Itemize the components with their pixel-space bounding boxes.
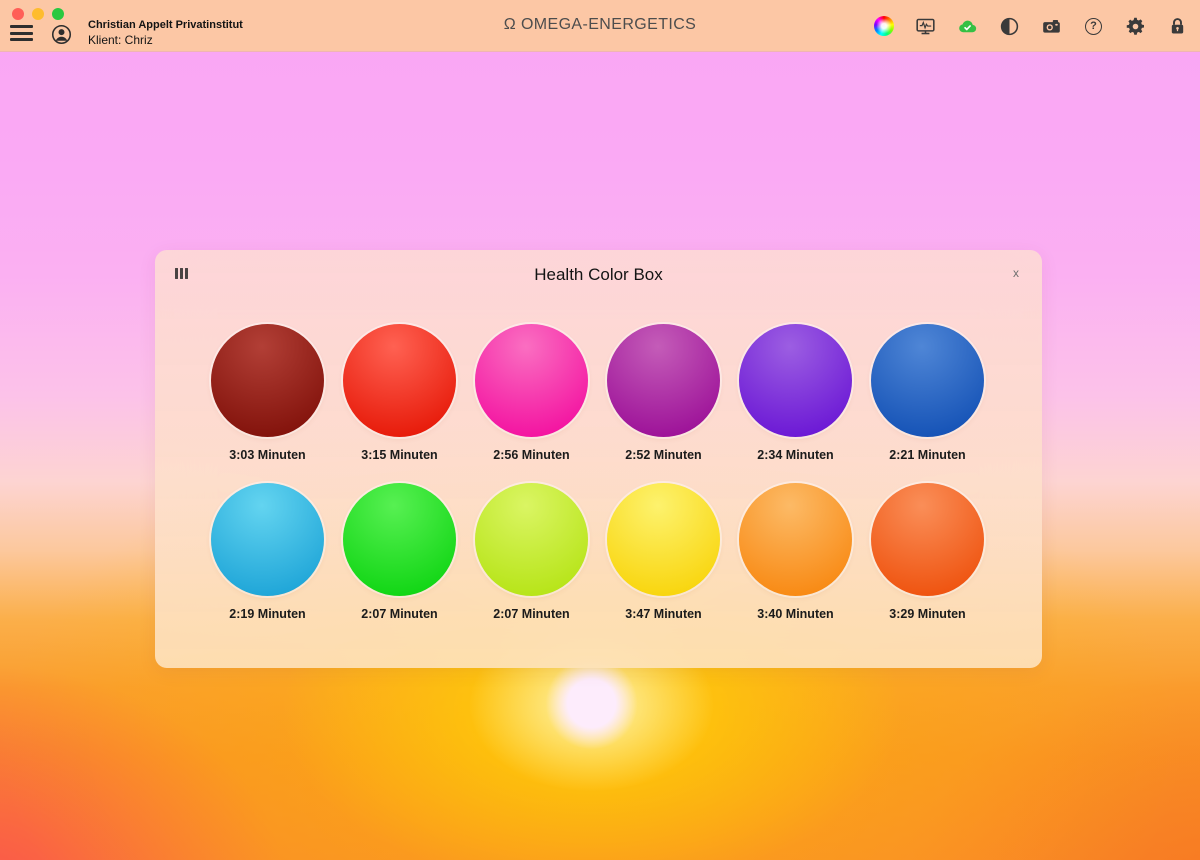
client-name: Klient: Chriz (88, 33, 243, 48)
color-ball-blue[interactable] (871, 324, 984, 437)
cloud-check-icon[interactable] (957, 16, 978, 37)
camera-icon[interactable] (1041, 16, 1062, 37)
duration-label: 3:40 Minuten (757, 607, 833, 621)
color-ball-red[interactable] (343, 324, 456, 437)
duration-label: 3:15 Minuten (361, 448, 437, 462)
color-item-orange: 3:40 Minuten (739, 483, 852, 621)
duration-label: 2:19 Minuten (229, 607, 305, 621)
panel-title: Health Color Box (155, 265, 1042, 285)
color-ball-green[interactable] (343, 483, 456, 596)
duration-label: 3:29 Minuten (889, 607, 965, 621)
panel-close-button[interactable]: x (1009, 264, 1023, 282)
panel-header: Health Color Box x (155, 250, 1042, 298)
color-item-yellow: 3:47 Minuten (607, 483, 720, 621)
color-ball-orange[interactable] (739, 483, 852, 596)
color-item-dark-orange: 3:29 Minuten (871, 483, 984, 621)
duration-label: 2:21 Minuten (889, 448, 965, 462)
health-color-box-panel: Health Color Box x 3:03 Minuten 3:15 Min… (155, 250, 1042, 668)
color-item-dark-red: 3:03 Minuten (211, 324, 324, 462)
color-item-magenta: 2:52 Minuten (607, 324, 720, 462)
color-item-blue: 2:21 Minuten (871, 324, 984, 462)
color-item-yellow-green: 2:07 Minuten (475, 483, 588, 621)
color-ball-magenta[interactable] (607, 324, 720, 437)
toolbar-icons: ? (873, 0, 1188, 52)
color-item-pink: 2:56 Minuten (475, 324, 588, 462)
color-ball-yellow-green[interactable] (475, 483, 588, 596)
monitor-waveform-icon[interactable] (915, 16, 936, 37)
duration-label: 2:34 Minuten (757, 448, 833, 462)
duration-label: 3:03 Minuten (229, 448, 305, 462)
color-item-green: 2:07 Minuten (343, 483, 456, 621)
color-ball-violet[interactable] (739, 324, 852, 437)
color-ball-cyan[interactable] (211, 483, 324, 596)
color-ball-dark-red[interactable] (211, 324, 324, 437)
color-item-cyan: 2:19 Minuten (211, 483, 324, 621)
duration-label: 2:52 Minuten (625, 448, 701, 462)
settings-gear-icon[interactable] (1125, 16, 1146, 37)
color-ball-yellow[interactable] (607, 483, 720, 596)
color-item-violet: 2:34 Minuten (739, 324, 852, 462)
duration-label: 3:47 Minuten (625, 607, 701, 621)
color-grid: 3:03 Minuten 3:15 Minuten 2:56 Minuten 2… (211, 324, 986, 621)
duration-label: 2:07 Minuten (493, 607, 569, 621)
color-ball-dark-orange[interactable] (871, 483, 984, 596)
title-bar: Christian Appelt Privatinstitut Klient: … (0, 0, 1200, 52)
color-wheel-icon[interactable] (873, 16, 894, 37)
color-ball-pink[interactable] (475, 324, 588, 437)
duration-label: 2:56 Minuten (493, 448, 569, 462)
lock-icon[interactable] (1167, 16, 1188, 37)
color-item-red: 3:15 Minuten (343, 324, 456, 462)
contrast-icon[interactable] (999, 16, 1020, 37)
duration-label: 2:07 Minuten (361, 607, 437, 621)
help-icon[interactable]: ? (1083, 16, 1104, 37)
